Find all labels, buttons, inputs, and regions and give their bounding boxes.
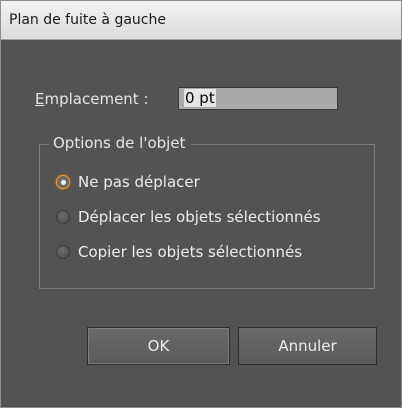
title-bar[interactable]: Plan de fuite à gauche <box>1 1 401 40</box>
dialog-title: Plan de fuite à gauche <box>9 12 166 28</box>
placement-value: 0 pt <box>184 89 216 107</box>
placement-label: Emplacement : <box>35 90 149 108</box>
radio-selected-icon[interactable] <box>56 175 70 189</box>
radio-unselected-icon[interactable] <box>56 210 70 224</box>
placement-input[interactable]: 0 pt <box>178 87 338 110</box>
radio-option-move-selected[interactable]: Déplacer les objets sélectionnés <box>56 206 321 228</box>
radio-label: Déplacer les objets sélectionnés <box>78 208 321 226</box>
radio-option-copy-selected[interactable]: Copier les objets sélectionnés <box>56 241 302 263</box>
object-options-legend: Options de l'objet <box>49 134 192 152</box>
cancel-button[interactable]: Annuler <box>238 327 377 365</box>
radio-unselected-icon[interactable] <box>56 245 70 259</box>
radio-option-dont-move[interactable]: Ne pas déplacer <box>56 171 200 193</box>
ok-button[interactable]: OK <box>87 327 230 365</box>
placement-label-text: mplacement : <box>44 90 149 108</box>
radio-label: Copier les objets sélectionnés <box>78 243 303 261</box>
dialog-window: Plan de fuite à gauche Emplacement : 0 p… <box>0 0 402 408</box>
radio-label: Ne pas déplacer <box>78 173 200 191</box>
